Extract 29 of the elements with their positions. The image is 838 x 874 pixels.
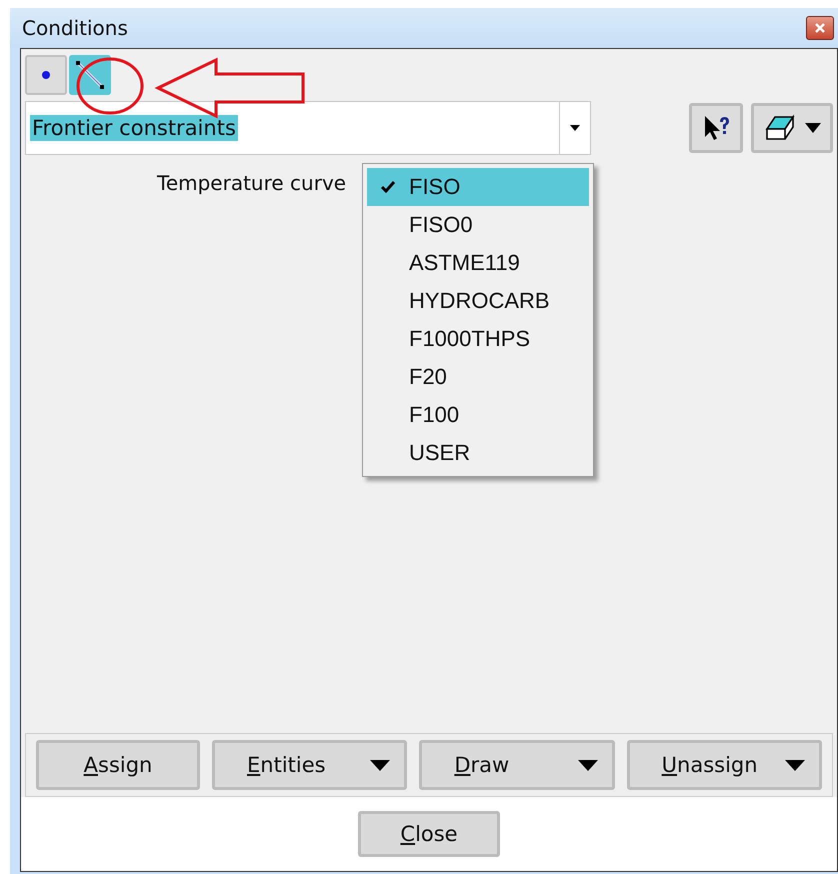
menu-item[interactable]: F100	[367, 396, 589, 434]
menu-item[interactable]: FISO0	[367, 206, 589, 244]
menu-item[interactable]: FISO	[367, 168, 589, 206]
close-button[interactable]: Close	[358, 811, 500, 857]
field-label: Temperature curve	[157, 171, 346, 195]
menu-item[interactable]: F1000THPS	[367, 320, 589, 358]
annotation-circle	[76, 58, 144, 114]
point-icon	[41, 70, 51, 80]
close-icon	[813, 22, 827, 34]
combo-value: Frontier constraints	[30, 115, 238, 141]
eraser-menu-button[interactable]	[751, 103, 833, 153]
line-icon	[75, 60, 105, 90]
window-title: Conditions	[22, 16, 128, 40]
caret-icon	[805, 123, 821, 133]
menu-item[interactable]: USER	[367, 434, 589, 472]
menu-item[interactable]: F20	[367, 358, 589, 396]
menu-button[interactable]: Unassign	[626, 740, 822, 790]
menu-item[interactable]: ASTME119	[367, 244, 589, 282]
menu-button[interactable]: Draw	[419, 740, 615, 790]
close-button[interactable]	[806, 16, 834, 40]
action-button[interactable]: Assign	[36, 740, 200, 790]
help-button[interactable]	[689, 103, 743, 153]
eraser-icon	[763, 113, 797, 143]
book-dropdown[interactable]: Frontier constraints	[25, 101, 591, 155]
menu-button[interactable]: Entities	[212, 740, 408, 790]
caret-icon	[570, 125, 580, 131]
entity-tab[interactable]	[69, 55, 111, 95]
menu-item[interactable]: HYDROCARB	[367, 282, 589, 320]
entity-tab[interactable]	[25, 55, 67, 95]
